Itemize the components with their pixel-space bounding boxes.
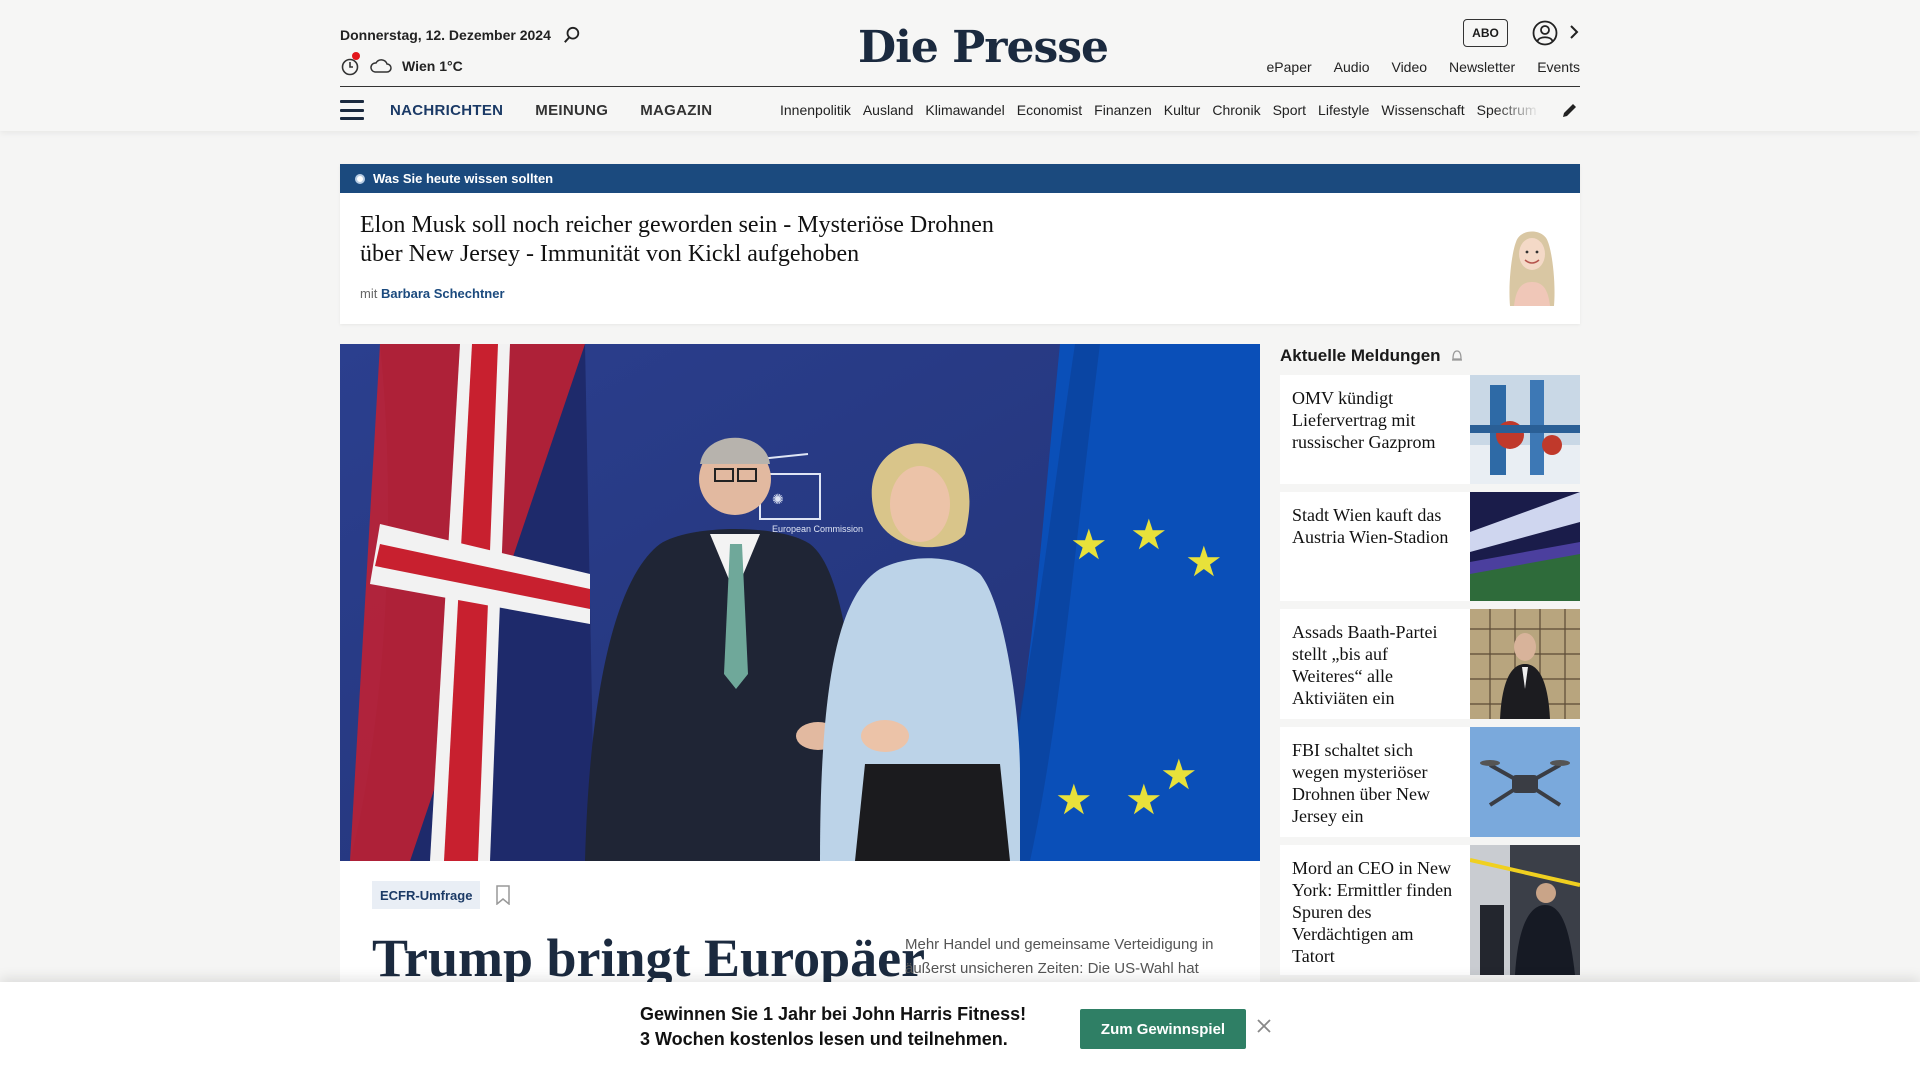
subnav-wissenschaft[interactable]: Wissenschaft [1381, 102, 1464, 118]
list-item-thumbnail[interactable] [1470, 727, 1580, 837]
subnav: Innenpolitik Ausland Klimawandel Economi… [780, 102, 1540, 118]
daily-briefing[interactable]: Was Sie heute wissen sollten Elon Musk s… [340, 164, 1580, 324]
tab-meinung[interactable]: MEINUNG [535, 102, 608, 119]
list-item[interactable]: FBI schaltet sich wegen mysteriöser Droh… [1280, 727, 1580, 837]
author-prefix: mit [360, 286, 378, 301]
weather-row: Wien 1°C [340, 52, 463, 76]
article-tag[interactable]: ECFR-Umfrage [372, 881, 481, 909]
chevron-right-icon[interactable] [1568, 24, 1580, 40]
page: Donnerstag, 12. Dezember 2024 Wien 1°C D… [0, 0, 1920, 1080]
hero-headline[interactable]: Trump bringt Europäer [372, 927, 925, 989]
list-item[interactable]: Stadt Wien kauft das Austria Wien-Stadio… [1280, 492, 1580, 601]
tab-nachrichten[interactable]: NACHRICHTEN [390, 102, 503, 119]
header-divider [340, 86, 1580, 87]
promo-text: Gewinnen Sie 1 Jahr bei John Harris Fitn… [640, 1002, 1026, 1052]
briefing-author: mit Barbara Schechtner [360, 286, 505, 301]
site-logo[interactable]: Die Presse [858, 22, 1109, 73]
briefing-bar: Was Sie heute wissen sollten [340, 164, 1580, 193]
current-date: Donnerstag, 12. Dezember 2024 [340, 27, 551, 43]
bell-icon [1451, 350, 1462, 361]
subnav-klimawandel[interactable]: Klimawandel [925, 102, 1004, 118]
link-audio[interactable]: Audio [1334, 59, 1370, 75]
list-item-title[interactable]: Stadt Wien kauft das Austria Wien-Stadio… [1280, 492, 1470, 601]
svg-text:★: ★ [1130, 511, 1168, 558]
link-epaper[interactable]: ePaper [1267, 59, 1312, 75]
notification-dot [352, 52, 360, 60]
promo-subline: 3 Wochen kostenlos lesen und teilnehmen. [640, 1029, 1008, 1049]
tab-magazin[interactable]: MAGAZIN [640, 102, 712, 119]
subnav-lifestyle[interactable]: Lifestyle [1318, 102, 1369, 118]
author-name[interactable]: Barbara Schechtner [381, 286, 505, 301]
abo-button[interactable]: ABO [1463, 19, 1508, 47]
main-navigation: NACHRICHTEN MEINUNG MAGAZIN Innenpolitik… [340, 92, 1580, 128]
author-avatar [1509, 231, 1555, 306]
svg-text:★: ★ [1055, 776, 1093, 823]
link-newsletter[interactable]: Newsletter [1449, 59, 1515, 75]
date-row: Donnerstag, 12. Dezember 2024 [340, 26, 581, 44]
list-item-title[interactable]: Assads Baath-Partei stellt „bis auf Weit… [1280, 609, 1470, 719]
svg-text:★: ★ [1160, 751, 1198, 798]
link-events[interactable]: Events [1537, 59, 1580, 75]
briefing-title[interactable]: Elon Musk soll noch reicher geworden sei… [360, 211, 1000, 269]
svg-text:✺: ✺ [772, 491, 784, 507]
list-item-title[interactable]: FBI schaltet sich wegen mysteriöser Droh… [1280, 727, 1470, 837]
svg-text:★: ★ [1070, 521, 1108, 568]
subnav-chronik[interactable]: Chronik [1212, 102, 1260, 118]
pencil-icon[interactable] [1560, 100, 1580, 120]
subnav-finanzen[interactable]: Finanzen [1094, 102, 1152, 118]
close-icon[interactable] [1256, 1018, 1272, 1034]
news-ticker-list: OMV kündigt Liefervertrag mit russischer… [1280, 375, 1580, 983]
live-dot-icon [355, 173, 365, 184]
top-links: ePaper Audio Video Newsletter Events [1267, 59, 1580, 75]
subnav-economist[interactable]: Economist [1017, 102, 1082, 118]
search-icon[interactable] [563, 26, 581, 44]
list-item-title[interactable]: Mord an CEO in New York: Ermittler finde… [1280, 845, 1470, 975]
list-item-title[interactable]: OMV kündigt Liefervertrag mit russischer… [1280, 375, 1470, 484]
clock-icon[interactable] [340, 52, 360, 76]
list-item-thumbnail[interactable] [1470, 375, 1580, 484]
site-header: Donnerstag, 12. Dezember 2024 Wien 1°C D… [0, 0, 1920, 131]
news-ticker-heading: Aktuelle Meldungen [1280, 346, 1465, 366]
subnav-spectrum[interactable]: Spectrum [1477, 102, 1537, 118]
hero-image-caption: European Commission [772, 524, 863, 534]
subnav-kultur[interactable]: Kultur [1164, 102, 1201, 118]
svg-text:★: ★ [1125, 776, 1163, 823]
cloud-icon [370, 59, 392, 73]
section-tabs: NACHRICHTEN MEINUNG MAGAZIN [390, 102, 712, 119]
list-item[interactable]: Mord an CEO in New York: Ermittler finde… [1280, 845, 1580, 975]
subnav-innenpolitik[interactable]: Innenpolitik [780, 102, 851, 118]
promo-cta-button[interactable]: Zum Gewinnspiel [1080, 1009, 1246, 1049]
bookmark-icon[interactable] [495, 885, 511, 905]
menu-icon[interactable] [340, 100, 364, 120]
header-inner: Donnerstag, 12. Dezember 2024 Wien 1°C D… [340, 0, 1580, 131]
weather-text: Wien 1°C [402, 58, 463, 74]
list-item[interactable]: Assads Baath-Partei stellt „bis auf Weit… [1280, 609, 1580, 719]
promo-headline: Gewinnen Sie 1 Jahr bei John Harris Fitn… [640, 1004, 1027, 1024]
subnav-ausland[interactable]: Ausland [863, 102, 914, 118]
hero-teaser: Mehr Handel und gemeinsame Verteidigung … [905, 936, 1214, 977]
briefing-label: Was Sie heute wissen sollten [373, 171, 554, 186]
svg-text:★: ★ [1185, 538, 1223, 585]
user-icon[interactable] [1532, 20, 1558, 46]
list-item-thumbnail[interactable] [1470, 845, 1580, 975]
list-item[interactable]: OMV kündigt Liefervertrag mit russischer… [1280, 375, 1580, 484]
list-item-thumbnail[interactable] [1470, 492, 1580, 601]
subnav-sport[interactable]: Sport [1273, 102, 1306, 118]
link-video[interactable]: Video [1391, 59, 1427, 75]
hero-image[interactable]: ★ ★ ★ ★ ★ ★ ★ ✺ European Commission [340, 344, 1260, 861]
promo-banner: Gewinnen Sie 1 Jahr bei John Harris Fitn… [0, 982, 1920, 1080]
list-item-thumbnail[interactable] [1470, 609, 1580, 719]
news-ticker-title: Aktuelle Meldungen [1280, 346, 1441, 365]
